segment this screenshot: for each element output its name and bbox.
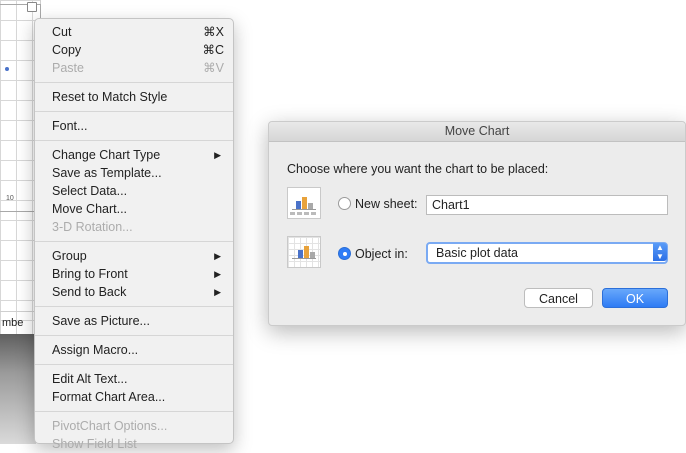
menu-item-paste: Paste ⌘V <box>35 59 233 77</box>
menu-separator <box>35 140 233 141</box>
move-chart-dialog: Move Chart Choose where you want the cha… <box>268 121 686 326</box>
menu-item-save-as-template[interactable]: Save as Template... <box>35 164 233 182</box>
menu-item-send-to-back[interactable]: Send to Back ▶ <box>35 283 233 301</box>
menu-item-edit-alt-text[interactable]: Edit Alt Text... <box>35 370 233 388</box>
menu-item-label: Save as Template... <box>52 166 162 180</box>
object-in-label: Object in: <box>355 247 408 261</box>
menu-item-group[interactable]: Group ▶ <box>35 247 233 265</box>
submenu-arrow-icon: ▶ <box>214 251 221 261</box>
dialog-prompt: Choose where you want the chart to be pl… <box>287 162 549 176</box>
object-in-radio[interactable] <box>338 247 351 260</box>
object-in-selected-value: Basic plot data <box>436 246 518 260</box>
menu-item-label: PivotChart Options... <box>52 419 168 433</box>
menu-item-label: Select Data... <box>52 184 128 198</box>
submenu-arrow-icon: ▶ <box>214 269 221 279</box>
menu-item-label: Change Chart Type <box>52 148 161 162</box>
menu-item-shortcut: ⌘X <box>203 25 224 39</box>
submenu-arrow-icon: ▶ <box>214 287 221 297</box>
menu-item-change-chart-type[interactable]: Change Chart Type ▶ <box>35 146 233 164</box>
menu-separator <box>35 335 233 336</box>
cancel-button[interactable]: Cancel <box>524 288 593 308</box>
chart-context-menu: Cut ⌘X Copy ⌘C Paste ⌘V Reset to Match Style Fo… <box>34 18 234 451</box>
menu-item-label: Group <box>52 249 87 263</box>
menu-item-label: Format Chart Area... <box>52 390 166 404</box>
object-in-sheet-select[interactable]: Basic plot data ▲ ▼ <box>426 242 668 264</box>
new-sheet-chart-icon <box>287 187 321 219</box>
chart-resize-handle[interactable] <box>27 2 37 12</box>
menu-item-label: 3-D Rotation... <box>52 220 133 234</box>
menu-item-shortcut: ⌘V <box>203 61 224 75</box>
menu-item-font[interactable]: Font... <box>35 117 233 135</box>
menu-item-save-as-picture[interactable]: Save as Picture... <box>35 312 233 330</box>
ok-button[interactable]: OK <box>602 288 668 308</box>
menu-separator <box>35 364 233 365</box>
menu-separator <box>35 111 233 112</box>
menu-item-assign-macro[interactable]: Assign Macro... <box>35 341 233 359</box>
menu-item-label: Save as Picture... <box>52 314 150 328</box>
menu-item-label: Reset to Match Style <box>52 90 168 104</box>
menu-separator <box>35 306 233 307</box>
menu-item-label: Paste <box>52 61 84 75</box>
menu-item-3-d-rotation: 3-D Rotation... <box>35 218 233 236</box>
submenu-arrow-icon: ▶ <box>214 150 221 160</box>
menu-item-format-chart-area[interactable]: Format Chart Area... <box>35 388 233 406</box>
new-sheet-name-input[interactable]: Chart1 <box>426 195 668 215</box>
menu-item-label: Cut <box>52 25 72 39</box>
cell-text[interactable]: mbe <box>0 311 38 335</box>
menu-item-shortcut: ⌘C <box>202 43 224 57</box>
menu-item-label: Font... <box>52 119 88 133</box>
dialog-title[interactable]: Move Chart <box>269 122 685 142</box>
menu-item-pivotchart-options: PivotChart Options... <box>35 417 233 435</box>
new-sheet-radio[interactable] <box>338 197 351 210</box>
window-shadow <box>0 334 36 444</box>
menu-item-label: Show Field List <box>52 437 137 451</box>
menu-separator <box>35 82 233 83</box>
menu-separator <box>35 411 233 412</box>
menu-item-label: Bring to Front <box>52 267 128 281</box>
menu-item-reset-to-match-style[interactable]: Reset to Match Style <box>35 88 233 106</box>
menu-separator <box>35 241 233 242</box>
menu-item-select-data[interactable]: Select Data... <box>35 182 233 200</box>
object-in-chart-icon <box>287 236 321 268</box>
menu-item-label: Send to Back <box>52 285 127 299</box>
chevron-up-down-icon[interactable]: ▲ ▼ <box>653 243 667 261</box>
menu-item-move-chart[interactable]: Move Chart... <box>35 200 233 218</box>
menu-item-cut[interactable]: Cut ⌘X <box>35 23 233 41</box>
chart-data-point <box>5 67 9 71</box>
menu-item-bring-to-front[interactable]: Bring to Front ▶ <box>35 265 233 283</box>
menu-item-label: Edit Alt Text... <box>52 372 128 386</box>
menu-item-label: Move Chart... <box>52 202 128 216</box>
menu-item-show-field-list: Show Field List <box>35 435 233 453</box>
menu-item-label: Copy <box>52 43 82 57</box>
axis-tick-label: 10 <box>6 195 14 202</box>
menu-item-copy[interactable]: Copy ⌘C <box>35 41 233 59</box>
menu-item-label: Assign Macro... <box>52 343 139 357</box>
new-sheet-label: New sheet: <box>355 197 418 211</box>
